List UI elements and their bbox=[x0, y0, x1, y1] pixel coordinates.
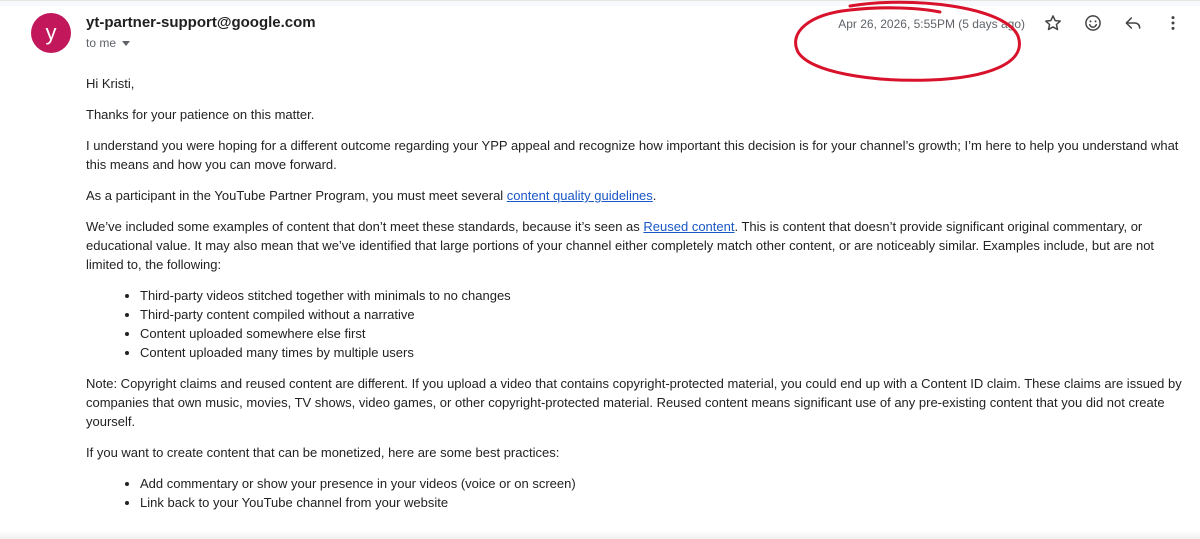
email-body: Hi Kristi, Thanks for your patience on t… bbox=[86, 74, 1186, 524]
paragraph-copyright-note: Note: Copyright claims and reused conten… bbox=[86, 376, 1182, 429]
email-actions bbox=[1042, 12, 1184, 34]
add-reaction-button[interactable] bbox=[1082, 12, 1104, 34]
more-vert-icon bbox=[1171, 16, 1175, 30]
list-item: Add commentary or show your presence in … bbox=[140, 474, 1186, 493]
examples-list: Third-party videos stitched together wit… bbox=[86, 286, 1186, 362]
list-item: Content uploaded somewhere else first bbox=[140, 324, 1186, 343]
greeting: Hi Kristi, bbox=[86, 76, 135, 91]
top-divider bbox=[0, 0, 1200, 6]
recipient-details[interactable]: to me bbox=[86, 36, 131, 50]
list-item: Third-party videos stitched together wit… bbox=[140, 286, 1186, 305]
list-item: Link back to your YouTube channel from y… bbox=[140, 493, 1186, 512]
list-item: Content uploaded many times by multiple … bbox=[140, 343, 1186, 362]
paragraph-best-practices: If you want to create content that can b… bbox=[86, 445, 560, 460]
paragraph-reused-content: We’ve included some examples of content … bbox=[86, 217, 1186, 274]
reused-content-link[interactable]: Reused content bbox=[643, 219, 734, 234]
text: We’ve included some examples of content … bbox=[86, 219, 644, 234]
email-date: Apr 26, 2026, 5:55PM (5 days ago) bbox=[838, 17, 1025, 31]
paragraph-appeal: I understand you were hoping for a diffe… bbox=[86, 138, 1179, 172]
email-view: y yt-partner-support@google.com to me Ap… bbox=[0, 0, 1200, 539]
best-practices-list: Add commentary or show your presence in … bbox=[86, 474, 1186, 512]
more-options-button[interactable] bbox=[1162, 12, 1184, 34]
content-quality-guidelines-link[interactable]: content quality guidelines bbox=[507, 188, 653, 203]
list-item: Third-party content compiled without a n… bbox=[140, 305, 1186, 324]
emoji-icon bbox=[1085, 15, 1101, 31]
bottom-fade bbox=[0, 531, 1200, 539]
text: As a participant in the YouTube Partner … bbox=[86, 188, 507, 203]
reply-icon bbox=[1125, 17, 1141, 29]
sender-email[interactable]: yt-partner-support@google.com bbox=[86, 14, 316, 31]
star-icon bbox=[1045, 15, 1061, 31]
star-button[interactable] bbox=[1042, 12, 1064, 34]
reply-button[interactable] bbox=[1122, 12, 1144, 34]
chevron-down-icon[interactable] bbox=[122, 40, 131, 46]
paragraph-guidelines: As a participant in the YouTube Partner … bbox=[86, 186, 1186, 205]
avatar[interactable]: y bbox=[31, 13, 71, 53]
text: . bbox=[652, 188, 657, 203]
recipient-label: to me bbox=[86, 36, 117, 50]
paragraph-thanks: Thanks for your patience on this matter. bbox=[86, 107, 315, 122]
